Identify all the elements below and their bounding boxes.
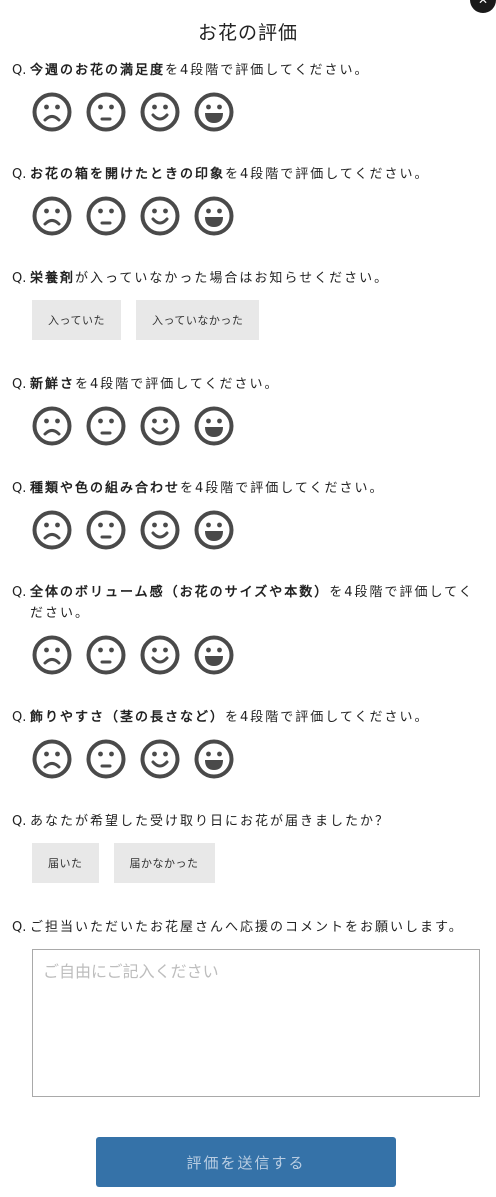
smile-face-icon[interactable] [140, 196, 180, 236]
happy-face-icon[interactable] [194, 92, 234, 132]
neutral-face-icon[interactable] [86, 635, 126, 675]
nutrient-options: 入っていた 入っていなかった [32, 300, 260, 340]
smile-face-icon[interactable] [140, 406, 180, 446]
neutral-face-icon[interactable] [86, 739, 126, 779]
question-box-impression: Q. お花の箱を開けたときの印象を4段階で評価してください。 [12, 167, 430, 182]
happy-face-icon[interactable] [194, 739, 234, 779]
rating-freshness [32, 406, 234, 446]
neutral-face-icon[interactable] [86, 406, 126, 446]
sad-face-icon[interactable] [32, 510, 72, 550]
neutral-face-icon[interactable] [86, 92, 126, 132]
happy-face-icon[interactable] [194, 196, 234, 236]
rating-combination [32, 510, 234, 550]
smile-face-icon[interactable] [140, 635, 180, 675]
sad-face-icon[interactable] [32, 92, 72, 132]
neutral-face-icon[interactable] [86, 510, 126, 550]
rating-ease-of-display [32, 739, 234, 779]
sad-face-icon[interactable] [32, 406, 72, 446]
sad-face-icon[interactable] [32, 739, 72, 779]
page-title: お花の評価 [197, 22, 298, 44]
submit-button[interactable]: 評価を送信する [96, 1137, 396, 1187]
happy-face-icon[interactable] [194, 406, 234, 446]
happy-face-icon[interactable] [194, 635, 234, 675]
question-freshness: Q. 新鮮さを4段階で評価してください。 [12, 377, 280, 392]
smile-face-icon[interactable] [140, 510, 180, 550]
option-not-arrived[interactable]: 届かなかった [113, 843, 215, 883]
close-button[interactable]: ✕ [470, 0, 496, 13]
question-ease-of-display: Q. 飾りやすさ（茎の長さなど）を4段階で評価してください。 [12, 710, 430, 725]
option-included[interactable]: 入っていた [32, 300, 121, 340]
rating-volume [32, 635, 234, 675]
comment-textarea[interactable] [32, 949, 480, 1097]
smile-face-icon[interactable] [140, 739, 180, 779]
rating-box-impression [32, 196, 234, 236]
close-icon: ✕ [477, 0, 489, 7]
question-nutrient: Q. 栄養剤が入っていなかった場合はお知らせください。 [12, 271, 390, 286]
question-delivery-date: Q. あなたが希望した受け取り日にお花が届きましたか？ [12, 814, 391, 829]
option-not-included[interactable]: 入っていなかった [135, 300, 260, 340]
happy-face-icon[interactable] [194, 510, 234, 550]
option-arrived[interactable]: 届いた [32, 843, 99, 883]
sad-face-icon[interactable] [32, 635, 72, 675]
rating-satisfaction [32, 92, 234, 132]
delivery-options: 届いた 届かなかった [32, 843, 215, 883]
neutral-face-icon[interactable] [86, 196, 126, 236]
smile-face-icon[interactable] [140, 92, 180, 132]
question-comment: Q. ご担当いただいたお花屋さんへ応援のコメントをお願いします。 [12, 920, 464, 935]
question-combination: Q. 種類や色の組み合わせを4段階で評価してください。 [12, 481, 385, 496]
sad-face-icon[interactable] [32, 196, 72, 236]
question-satisfaction: Q. 今週のお花の満足度を4段階で評価してください。 [12, 63, 370, 78]
question-volume: Q. 全体のボリューム感（お花のサイズや本数）を4段階で評価してく ださい。 [12, 585, 474, 621]
